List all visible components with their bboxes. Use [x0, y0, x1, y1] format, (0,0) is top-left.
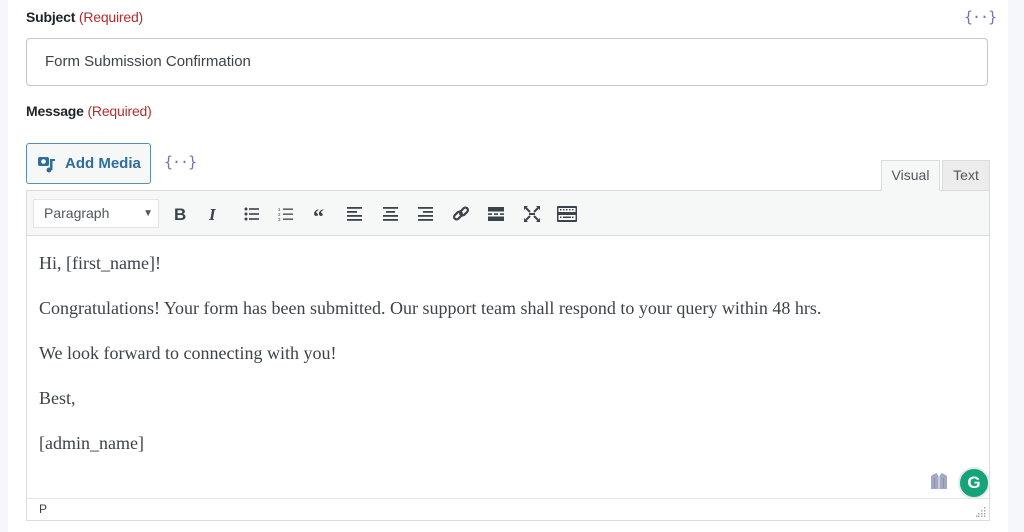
tab-visual[interactable]: Visual: [881, 160, 940, 191]
align-left-icon: [347, 207, 362, 221]
shirt-extension-icon[interactable]: [930, 472, 948, 490]
keyboard-icon: [557, 206, 577, 222]
editor-content[interactable]: Hi, [first_name]! Congratulations! Your …: [27, 236, 989, 499]
align-center-button[interactable]: [378, 201, 404, 227]
add-media-label: Add Media: [65, 155, 141, 172]
read-more-button[interactable]: [483, 201, 509, 227]
grammarly-icon: G: [967, 473, 981, 492]
bulleted-list-icon: [244, 207, 259, 221]
chevron-down-icon: ▼: [143, 208, 153, 219]
bold-icon: B: [174, 206, 186, 222]
svg-text:I: I: [208, 206, 217, 222]
subject-label-text: Subject: [26, 9, 76, 25]
element-path[interactable]: P: [39, 502, 47, 516]
add-media-button[interactable]: Add Media: [26, 143, 151, 184]
italic-icon: I: [208, 206, 217, 222]
media-icon: [38, 156, 55, 172]
svg-text:B: B: [174, 206, 186, 222]
align-left-button[interactable]: [342, 201, 368, 227]
fullscreen-button[interactable]: [519, 201, 545, 227]
bold-button[interactable]: B: [167, 201, 193, 227]
message-line: [admin_name]: [39, 433, 144, 453]
blockquote-icon: “: [313, 207, 324, 221]
align-right-icon: [418, 207, 433, 221]
editor-toolbar: Paragraph ▼ B I 123 “: [27, 191, 989, 236]
subject-required-indicator: (Required): [78, 9, 144, 25]
align-right-button[interactable]: [413, 201, 439, 227]
subject-input[interactable]: Form Submission Confirmation: [26, 38, 988, 86]
numbered-list-icon: 123: [278, 207, 293, 221]
svg-text:“: “: [313, 207, 324, 221]
toolbar-toggle-button[interactable]: [554, 201, 580, 227]
resize-handle-icon[interactable]: [976, 507, 986, 517]
message-label: Message (Required): [26, 103, 152, 119]
message-line: Best,: [39, 388, 76, 408]
insert-link-button[interactable]: [448, 201, 474, 227]
format-select[interactable]: Paragraph ▼: [33, 199, 159, 228]
message-required-indicator: (Required): [87, 103, 152, 119]
grammarly-button[interactable]: G: [958, 467, 990, 499]
message-line: Hi, [first_name]!: [39, 253, 161, 273]
bulleted-list-button[interactable]: [239, 201, 265, 227]
message-line: Congratulations! Your form has been subm…: [39, 298, 822, 318]
fullscreen-icon: [524, 206, 540, 222]
link-icon: [452, 206, 470, 221]
editor-statusbar: P: [27, 498, 989, 520]
tab-text[interactable]: Text: [942, 160, 990, 190]
read-more-icon: [488, 207, 504, 221]
subject-merge-tag-icon[interactable]: {··}: [964, 8, 997, 26]
numbered-list-button[interactable]: 123: [273, 201, 299, 227]
svg-text:3: 3: [278, 217, 281, 221]
format-select-value: Paragraph: [44, 205, 110, 221]
message-editor: Paragraph ▼ B I 123 “ Hi, [first_name]! …: [26, 190, 990, 521]
subject-label: Subject (Required): [26, 9, 143, 25]
italic-button[interactable]: I: [201, 201, 227, 227]
message-label-text: Message: [26, 103, 84, 119]
align-center-icon: [383, 207, 398, 221]
message-merge-tag-icon[interactable]: {··}: [164, 153, 197, 171]
message-line: We look forward to connecting with you!: [39, 343, 337, 363]
blockquote-button[interactable]: “: [308, 201, 334, 227]
